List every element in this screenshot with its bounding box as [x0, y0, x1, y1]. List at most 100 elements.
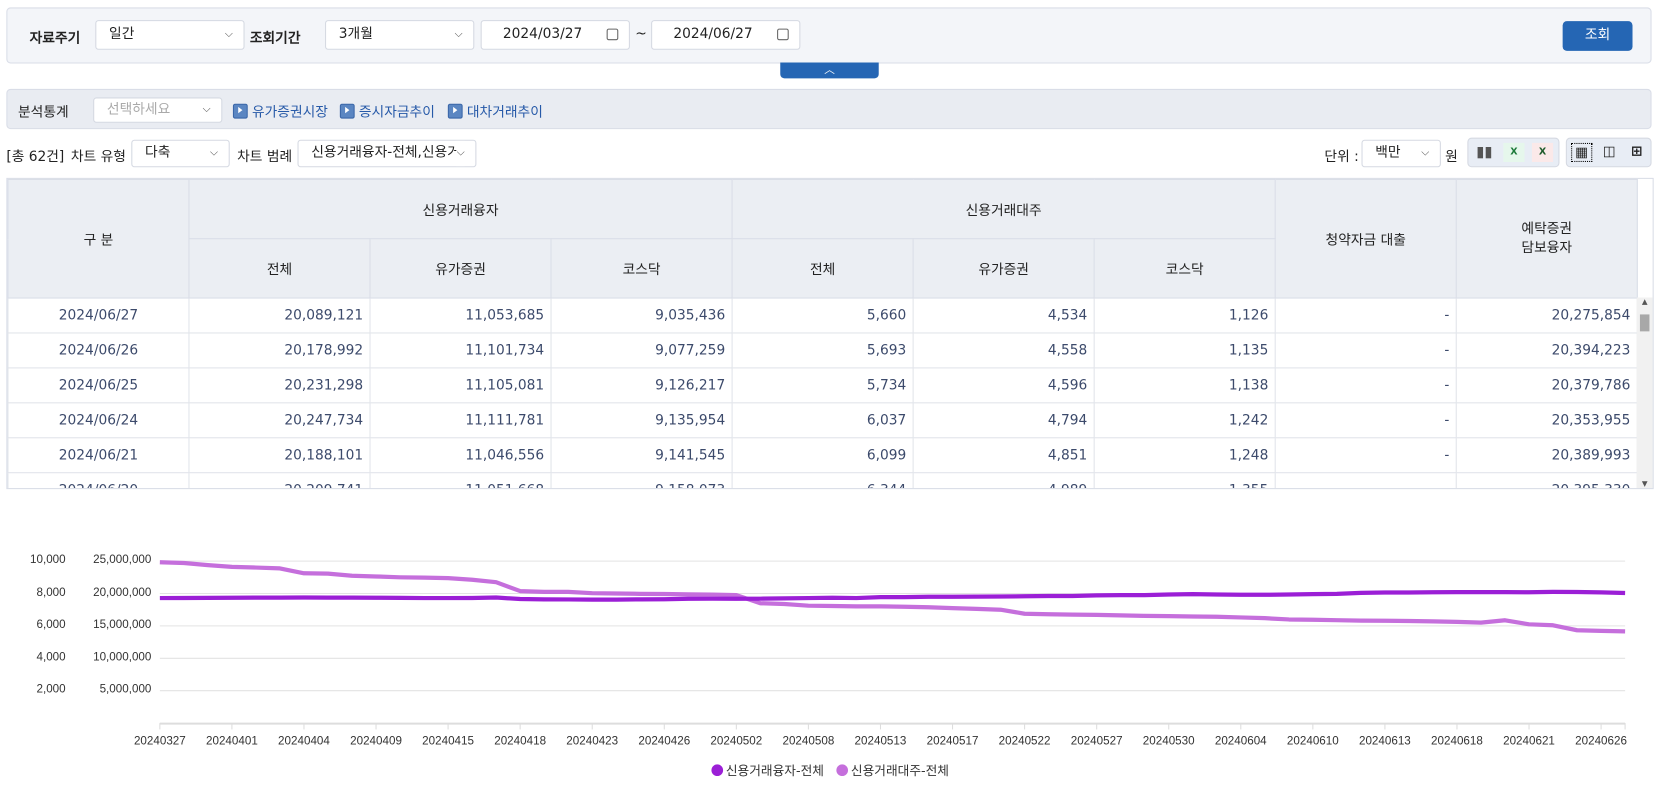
table-row[interactable]: 2024/06/24 20,247,734 11,111,781 9,135,954 6…: [7, 402, 1638, 439]
period-select[interactable]: 일간 ⌵: [95, 20, 245, 50]
range-value: 3개월: [338, 26, 373, 43]
chart-type-label: 차트 유형: [70, 149, 126, 166]
table-view-icon[interactable]: ▦: [1571, 142, 1593, 162]
unit-select[interactable]: 백만 ⌵: [1361, 139, 1441, 168]
link-fund-trend[interactable]: 증시자금추이: [339, 101, 435, 121]
grid-view-icon[interactable]: ⊞: [1626, 143, 1647, 162]
x-tick-label: 20240327: [133, 734, 186, 748]
chart-legend: 신용거래융자-전체 신용거래대주-전체: [0, 761, 1660, 779]
header-credit-lending: 신용거래대주: [731, 178, 1276, 240]
date-separator: ~: [635, 26, 647, 43]
scroll-down-icon[interactable]: ▼: [1637, 480, 1653, 488]
value-cell: 20,275,854: [1455, 297, 1638, 334]
scroll-thumb[interactable]: [1639, 314, 1650, 332]
date-cell: 2024/06/26: [7, 332, 190, 369]
range-label: 조회기간: [249, 30, 301, 47]
value-cell: 11,111,781: [369, 402, 552, 439]
table-row[interactable]: 2024/06/21 20,188,101 11,046,556 9,141,545 6…: [7, 437, 1638, 474]
chart-view-icon[interactable]: ◫: [1599, 143, 1620, 162]
value-cell: 11,046,556: [369, 437, 552, 474]
value-cell: 20,231,298: [188, 367, 371, 404]
period-value: 일간: [109, 26, 135, 43]
analysis-panel: 분석통계 선택하세요 ⌵ 유가증권시장 증시자금추이 대차거래추이: [6, 88, 1652, 130]
value-cell: 4,558: [912, 332, 1095, 369]
chart-type-select[interactable]: 다축 ⌵: [131, 139, 230, 168]
end-date-value: 2024/06/27: [673, 26, 753, 43]
legend-item-credit-loan[interactable]: 신용거래융자-전체: [711, 763, 824, 778]
legend-item-credit-lending[interactable]: 신용거래대주-전체: [836, 763, 949, 778]
value-cell: 9,158,073: [550, 472, 733, 489]
date-cell: 2024/06/21: [7, 437, 190, 474]
value-cell: 20,394,223: [1455, 332, 1638, 369]
link-securities-market[interactable]: 유가증권시장: [232, 101, 328, 121]
value-cell: 4,851: [912, 437, 1095, 474]
x-tick-label: 20240530: [1142, 734, 1195, 748]
table-row[interactable]: 2024/06/2020,209,74111,051,6689,158,0736…: [7, 472, 1638, 489]
bar-chart-icon[interactable]: ▮▮: [1474, 143, 1495, 162]
value-cell: -: [1274, 437, 1457, 474]
end-date-input[interactable]: 2024/06/27: [651, 20, 801, 50]
value-cell: 9,141,545: [550, 437, 733, 474]
period-label: 자료주기: [29, 30, 81, 47]
series-line-credit-loan: [159, 589, 1626, 602]
value-cell: -: [1274, 297, 1457, 334]
link-lending-trend[interactable]: 대차거래추이: [447, 101, 543, 121]
xls-icon[interactable]: X: [1531, 142, 1554, 162]
x-tick-label: 20240621: [1503, 734, 1555, 748]
chart-legend-value: 신용거래융자-전체,신용거: [311, 145, 460, 161]
x-tick-label: 20240527: [1070, 734, 1123, 748]
scroll-up-icon[interactable]: ▲: [1637, 297, 1653, 305]
value-cell: 11,053,685: [369, 297, 552, 334]
calendar-icon[interactable]: [777, 28, 789, 41]
table-row[interactable]: 2024/06/27 20,089,121 11,053,685 9,035,436 5…: [7, 297, 1638, 334]
link-label: 증시자금추이: [358, 104, 435, 121]
value-cell: 20,089,121: [188, 297, 371, 334]
value-cell: 11,101,734: [369, 332, 552, 369]
start-date-input[interactable]: 2024/03/27: [480, 20, 630, 50]
value-cell: 20,379,786: [1455, 367, 1638, 404]
range-select[interactable]: 3개월 ⌵: [325, 20, 475, 50]
value-cell: 20,209,741: [188, 472, 371, 489]
date-cell: 2024/06/24: [7, 402, 190, 439]
value-cell: 1,138: [1093, 367, 1276, 404]
subheader: 전체: [731, 238, 914, 299]
analysis-select[interactable]: 선택하세요 ⌵: [93, 97, 223, 123]
subheader: 유가증권: [369, 238, 552, 299]
start-date-value: 2024/03/27: [502, 26, 583, 43]
collapse-toggle-button[interactable]: ︿: [780, 62, 879, 79]
value-cell: 6,099: [731, 437, 914, 474]
x-tick-label: 20240626: [1575, 734, 1627, 748]
x-tick-label: 20240502: [710, 734, 763, 748]
xlsx-icon[interactable]: X: [1503, 142, 1525, 162]
unit-label: 단위 :: [1324, 149, 1359, 166]
value-cell: 20,188,101: [188, 437, 371, 474]
search-button[interactable]: 조회: [1562, 21, 1633, 51]
x-tick-label: 20240522: [998, 734, 1051, 748]
chevron-down-icon: ⌵: [210, 147, 219, 159]
value-cell: 1,135: [1093, 332, 1276, 369]
date-cell: 2024/06/20: [7, 472, 190, 489]
value-cell: 1,126: [1093, 297, 1276, 334]
arrow-right-icon: [339, 103, 355, 119]
x-tick-label: 20240404: [278, 734, 330, 748]
table-row[interactable]: 2024/06/26 20,178,992 11,101,734 9,077,259 5…: [7, 332, 1638, 369]
value-cell: 6,344: [731, 472, 914, 489]
y-left-tick-label: 4,000: [36, 650, 66, 664]
x-tick-label: 20240418: [494, 734, 547, 748]
chart-legend-select[interactable]: 신용거래융자-전체,신용거 ⌵: [297, 139, 477, 168]
subheader: 코스닥: [1093, 238, 1276, 299]
x-tick-label: 20240604: [1214, 734, 1267, 748]
x-tick-label: 20240618: [1431, 734, 1483, 748]
x-tick-label: 20240409: [350, 734, 402, 748]
value-cell: 1,242: [1093, 402, 1276, 439]
table-row[interactable]: 2024/06/25 20,231,298 11,105,081 9,126,217 5…: [7, 367, 1638, 404]
y-left-tick-label: 6,000: [36, 618, 66, 632]
table-scrollbar[interactable]: ▲ ▼: [1636, 297, 1653, 489]
value-cell: 6,037: [731, 402, 914, 439]
calendar-icon[interactable]: [606, 28, 619, 41]
value-cell: -: [1274, 367, 1457, 404]
value-cell: 5,693: [731, 332, 914, 369]
value-cell: 11,105,081: [369, 367, 552, 404]
value-cell: -: [1274, 402, 1457, 439]
chart-legend-label: 차트 범례: [237, 149, 293, 166]
